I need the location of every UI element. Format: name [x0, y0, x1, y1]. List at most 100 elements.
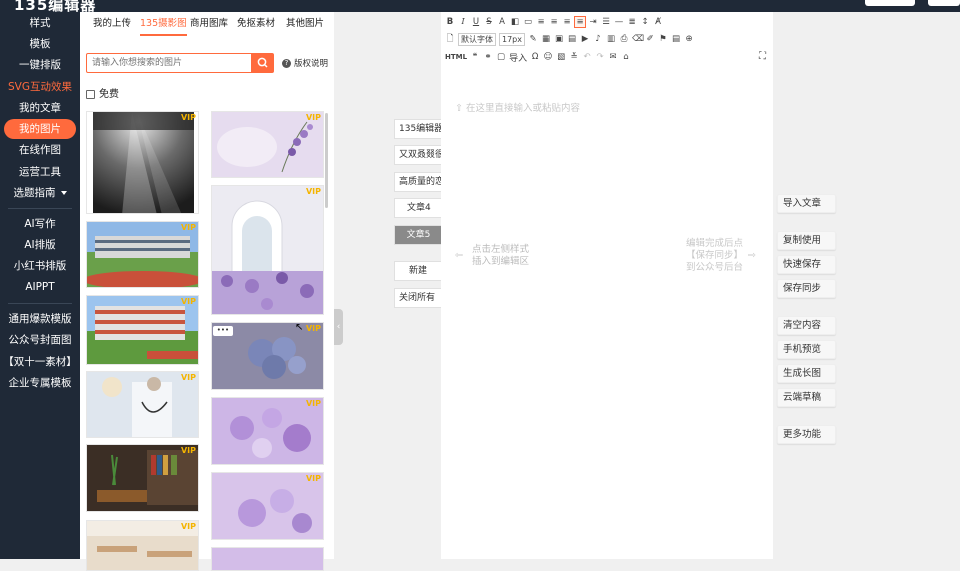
- template-icon[interactable]: ▥: [606, 34, 616, 44]
- sidebar-item-ops-tools[interactable]: 运营工具: [0, 162, 80, 182]
- link-icon[interactable]: ⚭: [483, 52, 493, 62]
- redo-icon[interactable]: ↷: [595, 52, 605, 62]
- sidebar-item-one-click[interactable]: 一键排版: [0, 55, 80, 75]
- sidebar-item-styles[interactable]: 样式: [0, 13, 80, 33]
- undo-icon[interactable]: ↶: [582, 52, 592, 62]
- image-thumbnail[interactable]: VIP: [211, 185, 324, 315]
- sidebar-item-aippt[interactable]: AIPPT: [0, 277, 80, 297]
- sidebar-item-topic-guide[interactable]: 选题指南: [0, 183, 80, 203]
- format-icon[interactable]: ▭: [523, 17, 533, 27]
- sidebar-item-ai-writing[interactable]: AI写作: [0, 214, 80, 234]
- document-icon[interactable]: 🗋: [445, 34, 455, 44]
- music-icon[interactable]: ♪: [593, 34, 603, 44]
- eraser-icon[interactable]: ⌫: [632, 34, 644, 44]
- italic-icon[interactable]: I: [458, 17, 468, 27]
- location-icon[interactable]: ⌂: [621, 52, 631, 62]
- special-char-icon[interactable]: Ω: [530, 52, 540, 62]
- image-thumbnail[interactable]: VIP: [86, 520, 199, 571]
- search-button[interactable]: [252, 53, 274, 73]
- save-sync-button[interactable]: 保存同步: [777, 279, 836, 298]
- document-tab[interactable]: 又双叒叕很: [394, 145, 442, 165]
- comment-icon[interactable]: ✉: [608, 52, 618, 62]
- image-thumbnail[interactable]: VIP: [86, 371, 199, 438]
- sidebar-item-ai-layout[interactable]: AI排版: [0, 235, 80, 255]
- list-icon[interactable]: ☰: [601, 17, 611, 27]
- tab-my-uploads[interactable]: 我的上传: [93, 18, 131, 36]
- spacing-icon[interactable]: ≣: [627, 17, 637, 27]
- top-button-2[interactable]: [928, 0, 960, 6]
- tab-135-photos[interactable]: 135摄影图: [140, 18, 187, 36]
- sidebar-item-xiaohongshu[interactable]: 小红书排版: [0, 256, 80, 276]
- divider-icon[interactable]: —: [614, 17, 624, 27]
- edit-icon[interactable]: ✎: [528, 34, 538, 44]
- image-thumbnail[interactable]: VIP: [86, 111, 199, 214]
- cloud-draft-button[interactable]: 云端草稿: [777, 388, 836, 407]
- block-icon[interactable]: ▤: [671, 34, 681, 44]
- sidebar-item-double-eleven[interactable]: 【双十一素材】: [0, 352, 80, 372]
- tab-cutouts[interactable]: 免抠素材: [237, 18, 275, 36]
- document-tab[interactable]: 135编辑器: [394, 119, 442, 139]
- zoom-icon[interactable]: ⊕: [684, 34, 694, 44]
- sidebar-item-viral-templates[interactable]: 通用爆款模版: [0, 309, 80, 329]
- sidebar-item-enterprise[interactable]: 企业专属模板: [0, 373, 80, 393]
- tab-other-images[interactable]: 其他图片: [286, 18, 324, 36]
- indent-icon[interactable]: ⇥: [588, 17, 598, 27]
- clear-content-button[interactable]: 清空内容: [777, 316, 836, 335]
- document-tab[interactable]: 高质量的恋: [394, 172, 442, 192]
- image-thumbnail[interactable]: VIP: [211, 397, 324, 465]
- align-center-icon[interactable]: ≡: [549, 17, 559, 27]
- image-thumbnail[interactable]: VIP: [86, 444, 199, 512]
- video-icon[interactable]: ▶: [580, 34, 590, 44]
- new-document-button[interactable]: 新建: [394, 261, 442, 281]
- editor-area[interactable]: [441, 12, 773, 559]
- print-icon[interactable]: ⎙: [619, 34, 629, 44]
- top-button-1[interactable]: [865, 0, 915, 6]
- font-size-select[interactable]: 17px: [499, 32, 525, 46]
- sidebar-item-online-design[interactable]: 在线作图: [0, 140, 80, 160]
- image-thumbnail[interactable]: VIP: [211, 472, 324, 540]
- copyright-link[interactable]: ? 版权说明: [282, 57, 328, 69]
- align-justify-icon[interactable]: ≡: [574, 16, 586, 28]
- text-style-icon[interactable]: ≚: [569, 52, 579, 62]
- collapse-panel-button[interactable]: ‹: [334, 309, 343, 345]
- brush-icon[interactable]: ✐: [645, 34, 655, 44]
- image-thumbnail[interactable]: [211, 547, 324, 571]
- copy-use-button[interactable]: 复制使用: [777, 231, 836, 250]
- format-painter-icon[interactable]: ⚑: [658, 34, 668, 44]
- gallery-icon[interactable]: ▤: [567, 34, 577, 44]
- line-height-icon[interactable]: ↕: [640, 17, 650, 27]
- document-tab[interactable]: 文章4: [394, 198, 442, 218]
- background-color-icon[interactable]: ◧: [510, 17, 520, 27]
- image-thumbnail[interactable]: VIP: [86, 295, 199, 365]
- sidebar-item-templates[interactable]: 模板: [0, 34, 80, 54]
- quick-save-button[interactable]: 快速保存: [777, 255, 836, 274]
- more-functions-button[interactable]: 更多功能: [777, 425, 836, 444]
- strikethrough-icon[interactable]: S: [484, 17, 494, 27]
- search-input[interactable]: [86, 53, 252, 73]
- tab-commercial[interactable]: 商用图库: [190, 18, 228, 36]
- underline-icon[interactable]: U: [471, 17, 481, 27]
- fullscreen-icon[interactable]: ⛶: [759, 51, 766, 62]
- clear-format-icon[interactable]: Ⱥ: [653, 17, 663, 27]
- import-article-button[interactable]: 导入文章: [777, 194, 836, 213]
- more-options-icon[interactable]: •••: [213, 326, 233, 336]
- sidebar-item-my-images[interactable]: 我的图片: [4, 119, 76, 139]
- bold-icon[interactable]: B: [445, 17, 455, 27]
- sidebar-item-my-articles[interactable]: 我的文章: [0, 98, 80, 118]
- emoji-icon[interactable]: ☺: [543, 52, 553, 62]
- font-family-select[interactable]: 默认字体: [458, 32, 496, 46]
- align-right-icon[interactable]: ≡: [562, 17, 572, 27]
- image-thumbnail[interactable]: VIP: [211, 111, 324, 178]
- font-color-icon[interactable]: A: [497, 17, 507, 27]
- sidebar-item-cover-image[interactable]: 公众号封面图: [0, 330, 80, 350]
- anchor-icon[interactable]: ▢: [496, 52, 506, 62]
- table-icon[interactable]: ▦: [541, 34, 551, 44]
- mobile-preview-button[interactable]: 手机预览: [777, 340, 836, 359]
- quote-icon[interactable]: ❝: [470, 52, 480, 62]
- image-thumbnail[interactable]: VIP: [86, 221, 199, 288]
- free-checkbox[interactable]: 免费: [86, 85, 119, 100]
- image-icon[interactable]: ▣: [554, 34, 564, 44]
- panel-scrollbar[interactable]: [325, 113, 328, 208]
- import-button[interactable]: 导入: [509, 51, 527, 64]
- close-all-button[interactable]: 关闭所有: [394, 288, 442, 308]
